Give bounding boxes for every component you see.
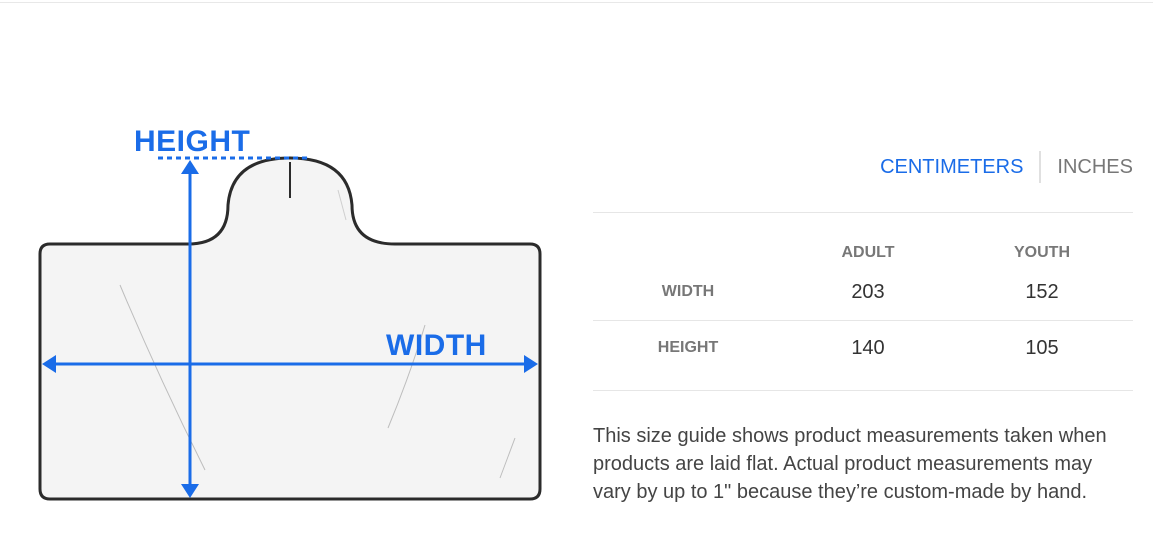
size-guide-note: This size guide shows product measuremen…	[593, 425, 1107, 503]
table-top-divider	[593, 212, 1133, 213]
height-youth-value: 105	[1025, 337, 1059, 359]
unit-separator	[1039, 151, 1042, 183]
tab-inches[interactable]: INCHES	[1057, 156, 1133, 179]
width-dimension-label: WIDTH	[386, 329, 487, 362]
width-youth-value: 152	[1025, 281, 1059, 303]
column-header-adult: ADULT	[841, 244, 895, 261]
table-bottom-divider	[593, 390, 1133, 391]
row-divider	[593, 320, 1133, 321]
width-adult-value: 203	[851, 281, 885, 303]
height-dimension-label: HEIGHT	[134, 125, 251, 158]
unit-toggle: CENTIMETERS INCHES	[880, 150, 1133, 184]
hooded-towel-diagram: HEIGHT WIDTH	[0, 0, 580, 559]
height-adult-value: 140	[851, 337, 885, 359]
row-label-width: WIDTH	[661, 283, 715, 300]
towel-outline-icon	[38, 156, 542, 501]
column-header-youth: YOUTH	[1014, 244, 1070, 261]
tab-centimeters[interactable]: CENTIMETERS	[880, 156, 1023, 179]
row-label-height: HEIGHT	[657, 339, 719, 356]
